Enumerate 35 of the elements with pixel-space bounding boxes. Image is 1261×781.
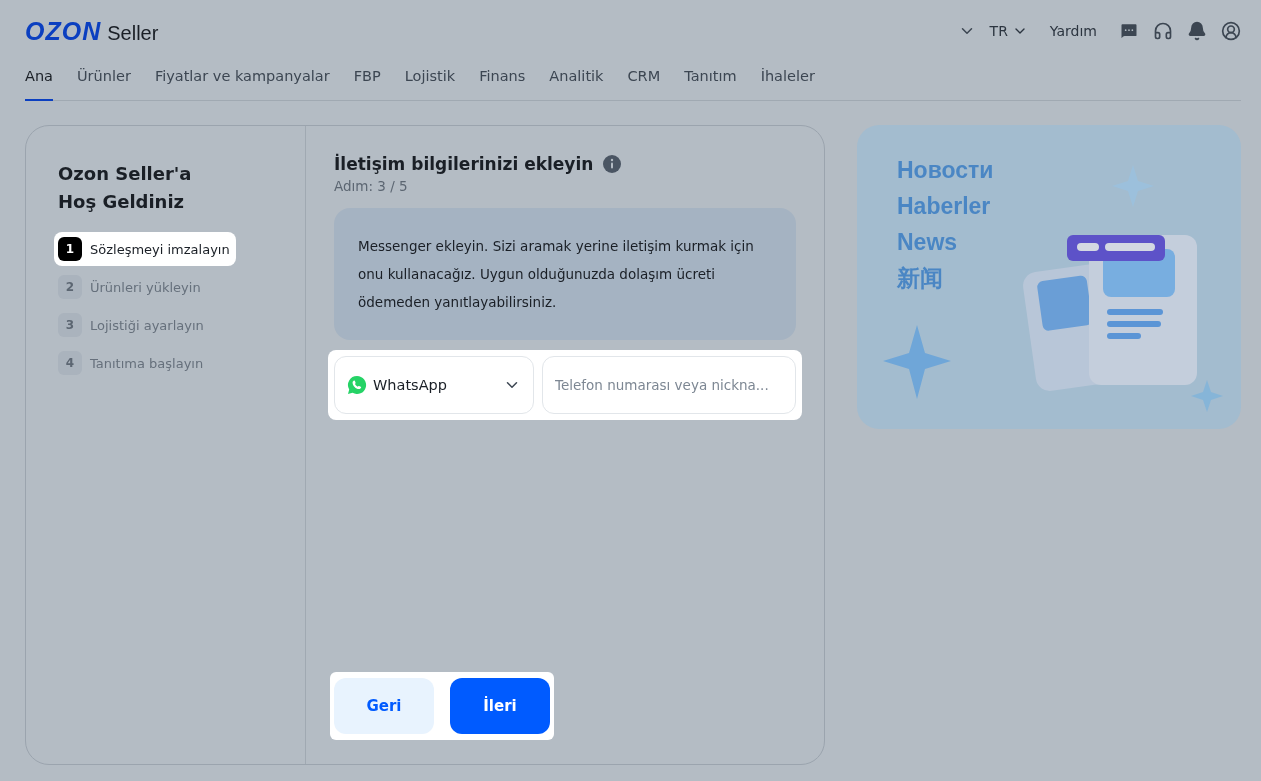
nav-tab[interactable]: İhaleler <box>760 60 815 101</box>
step-item[interactable]: 1 Sözleşmeyi imzalayın <box>54 232 236 266</box>
news-title: 新闻 <box>897 264 944 293</box>
step-title: İletişim bilgilerinizi ekleyin <box>334 154 594 174</box>
info-message: Messenger ekleyin. Sizi aramak yerine iletişim kurmak için onu kullanacağız. Uygun olduğunuzda dolaşım ücreti ödemeden yanıtlayabilirsiniz. <box>334 208 796 340</box>
user-icon[interactable] <box>1221 21 1241 41</box>
messenger-select[interactable]: WhatsApp <box>334 356 534 414</box>
nav-tab[interactable]: Finans <box>479 60 526 101</box>
news-title: Haberler <box>897 192 992 221</box>
language-selector[interactable]: TR <box>989 23 1028 39</box>
nav-tab[interactable]: Analitik <box>549 60 604 101</box>
nav-tab[interactable]: Lojistik <box>404 60 456 101</box>
nav-tab[interactable]: Fiyatlar ve kampanyalar <box>154 60 330 101</box>
chat-icon[interactable] <box>1119 21 1139 41</box>
step-counter: Adım: 3 / 5 <box>334 178 409 194</box>
step-item[interactable]: 2 Ürünleri yükleyin <box>54 270 207 304</box>
nav-tab[interactable]: Ana <box>25 60 53 101</box>
nav-tab[interactable]: Ürünler <box>77 60 131 101</box>
back-button[interactable]: Geri <box>334 678 434 734</box>
news-title: News <box>897 228 959 257</box>
next-button[interactable]: İleri <box>450 678 550 734</box>
nav-tab[interactable]: Tanıtım <box>684 60 737 101</box>
step-item[interactable]: 3 Lojistiği ayarlayın <box>54 308 210 342</box>
phone-input[interactable]: Telefon numarası veya nickna... <box>542 356 796 414</box>
whatsapp-icon <box>347 375 367 395</box>
nav-tab[interactable]: FBP <box>353 60 381 101</box>
help-link[interactable]: Yardım <box>1049 23 1097 39</box>
ozon-seller-logo[interactable]: OZON Seller <box>25 16 944 46</box>
headset-icon[interactable] <box>1153 21 1173 41</box>
welcome-title: Ozon Seller'a Hoş Geldiniz <box>58 162 193 214</box>
bell-icon[interactable] <box>1187 21 1207 41</box>
nav-tab[interactable]: CRM <box>627 60 661 101</box>
news-title: Новости <box>897 156 994 185</box>
step-item[interactable]: 4 Tanıtıma başlayın <box>54 346 210 380</box>
info-icon[interactable] <box>603 155 622 173</box>
